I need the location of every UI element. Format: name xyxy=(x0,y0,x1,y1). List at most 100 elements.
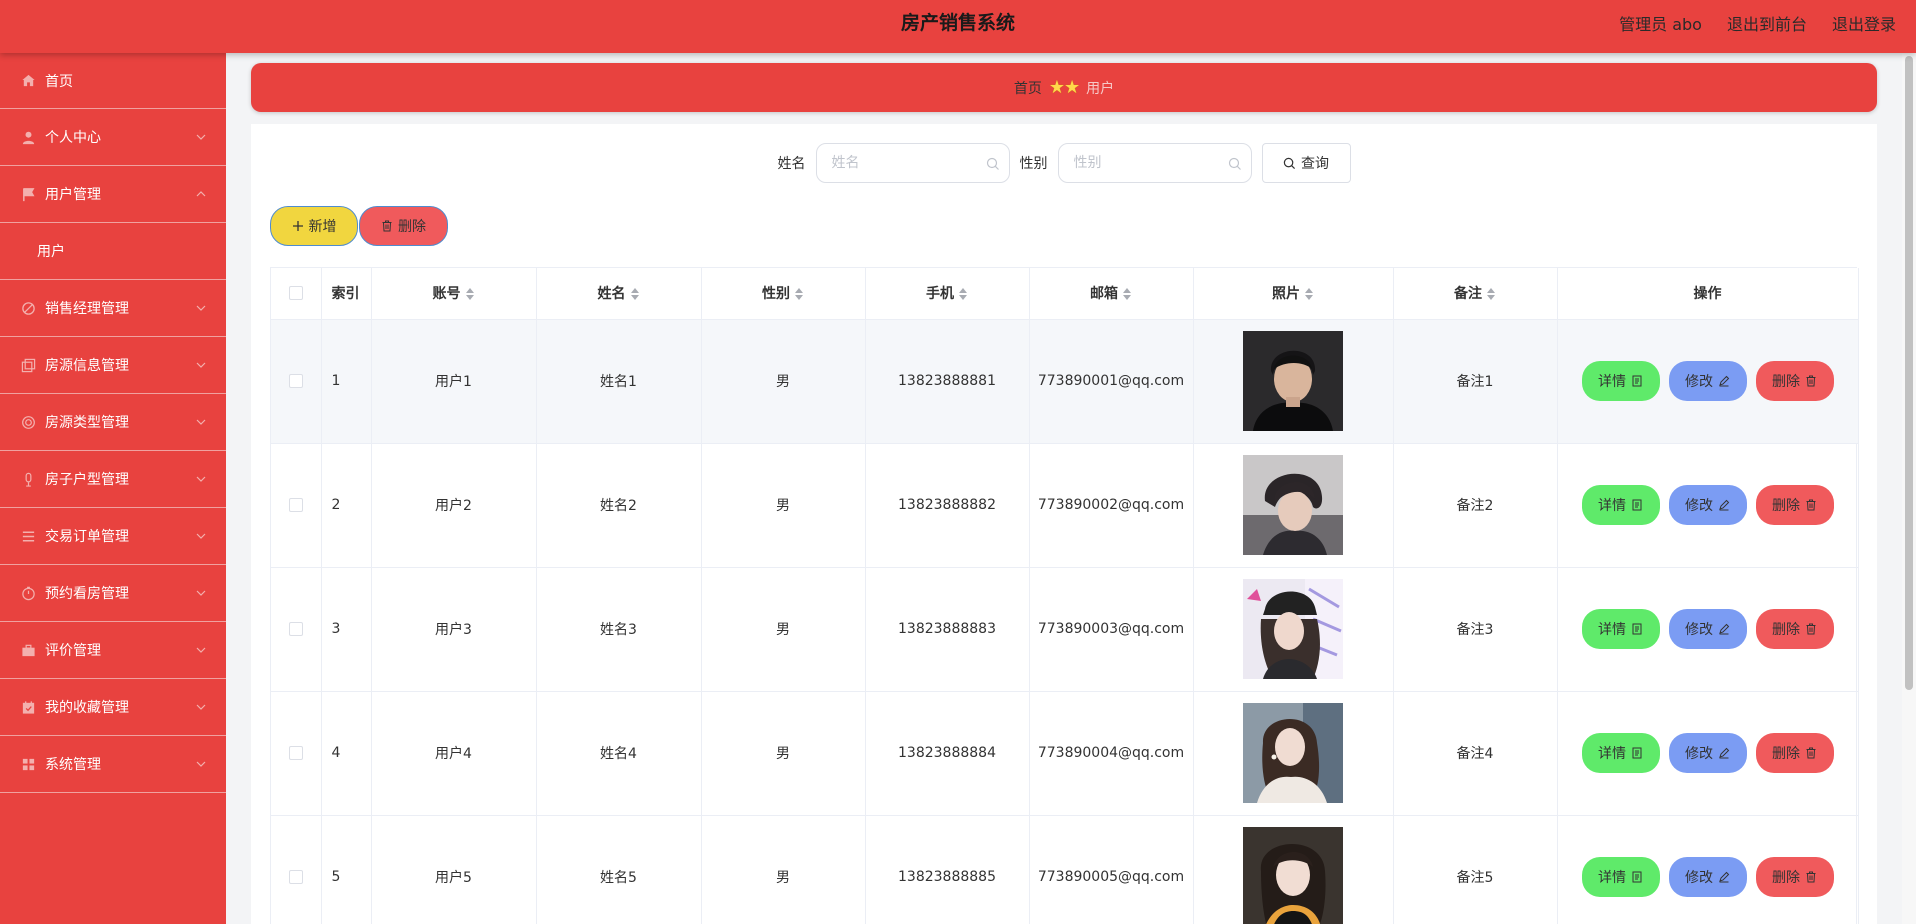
column-header-remark[interactable]: 备注 xyxy=(1393,268,1558,320)
detail-button[interactable]: 详情 xyxy=(1581,857,1660,897)
column-header-email[interactable]: 邮箱 xyxy=(1029,268,1194,320)
column-header-phone[interactable]: 手机 xyxy=(865,268,1030,320)
column-header-photo[interactable]: 照片 xyxy=(1193,268,1394,320)
gender-search-input[interactable] xyxy=(1058,144,1251,182)
user-photo[interactable] xyxy=(1243,331,1343,431)
delete-button[interactable]: 删除 xyxy=(1755,609,1834,649)
add-button[interactable]: 新增 xyxy=(270,206,358,246)
delete-button[interactable]: 删除 xyxy=(1755,857,1834,897)
help-icon xyxy=(20,414,36,430)
sort-caret-icon[interactable] xyxy=(1122,287,1132,301)
sidebar-item-my-favorites[interactable]: 我的收藏管理 xyxy=(0,679,226,736)
sidebar-subitem-user[interactable]: 用户 xyxy=(0,223,226,280)
user-photo[interactable] xyxy=(1243,703,1343,803)
exit-to-front-link[interactable]: 退出到前台 xyxy=(1727,11,1807,35)
breadcrumb-current: 用户 xyxy=(1086,80,1115,97)
page-scrollbar[interactable] xyxy=(1902,53,1916,924)
sidebar-item-trade-orders[interactable]: 交易订单管理 xyxy=(0,508,226,565)
sort-caret-icon[interactable] xyxy=(630,287,640,301)
delete-button[interactable]: 删除 xyxy=(1755,485,1834,525)
sidebar-item-reviews[interactable]: 评价管理 xyxy=(0,622,226,679)
edit-button[interactable]: 修改 xyxy=(1668,733,1747,773)
sidebar-item-label: 预约看房管理 xyxy=(45,586,129,602)
cell-index: 4 xyxy=(321,691,372,816)
column-header-account[interactable]: 账号 xyxy=(371,268,537,320)
cell-photo xyxy=(1193,815,1394,924)
row-checkbox[interactable] xyxy=(288,622,303,636)
column-header-name[interactable]: 姓名 xyxy=(536,268,702,320)
sidebar-item-system[interactable]: 系统管理 xyxy=(0,736,226,793)
user-photo[interactable] xyxy=(1243,455,1343,555)
delete-button[interactable]: 删除 xyxy=(1755,733,1834,773)
cell-name: 姓名1 xyxy=(536,319,702,444)
cell-photo xyxy=(1193,567,1394,692)
delete-button[interactable]: 删除 xyxy=(1755,361,1834,401)
edit-button[interactable]: 修改 xyxy=(1668,609,1747,649)
column-header-gender[interactable]: 性别 xyxy=(701,268,866,320)
select-all-checkbox[interactable] xyxy=(288,286,303,301)
grid-icon xyxy=(20,756,36,772)
main-panel: 姓名 性别 查询 新增 删除 xyxy=(251,124,1877,924)
sort-caret-icon[interactable] xyxy=(958,287,968,301)
sidebar-item-home[interactable]: 首页 xyxy=(0,53,226,109)
row-select-cell xyxy=(271,815,322,924)
query-button[interactable]: 查询 xyxy=(1261,143,1351,183)
sidebar-item-label: 房子户型管理 xyxy=(45,472,129,488)
logout-link[interactable]: 退出登录 xyxy=(1832,11,1896,35)
search-icon xyxy=(1228,157,1241,170)
column-header-label: 邮箱 xyxy=(1090,286,1118,303)
row-checkbox[interactable] xyxy=(288,374,303,388)
sidebar-item-label: 系统管理 xyxy=(45,757,101,773)
row-checkbox[interactable] xyxy=(288,498,303,512)
batch-delete-button[interactable]: 删除 xyxy=(359,206,448,246)
admin-user-label[interactable]: 管理员 abo xyxy=(1619,11,1702,35)
cell-remark: 备注2 xyxy=(1393,443,1558,568)
edit-button[interactable]: 修改 xyxy=(1668,857,1747,897)
cell-photo xyxy=(1193,691,1394,816)
sort-caret-icon[interactable] xyxy=(1486,287,1496,301)
sidebar-item-listing-info[interactable]: 房源信息管理 xyxy=(0,337,226,394)
sort-caret-icon[interactable] xyxy=(1304,287,1314,301)
sidebar-item-viewing-appointments[interactable]: 预约看房管理 xyxy=(0,565,226,622)
sidebar-item-house-layout[interactable]: 房子户型管理 xyxy=(0,451,226,508)
row-actions: 详情 修改 删除 xyxy=(1558,857,1858,897)
name-search-input[interactable] xyxy=(816,144,1009,182)
calendar-icon xyxy=(20,699,36,715)
scrollbar-thumb[interactable] xyxy=(1905,56,1913,690)
user-photo[interactable] xyxy=(1243,579,1343,679)
cell-name: 姓名2 xyxy=(536,443,702,568)
detail-button[interactable]: 详情 xyxy=(1581,485,1660,525)
header-right-links: 管理员 abo 退出到前台 退出登录 xyxy=(1619,0,1896,46)
sidebar-item-label: 用户管理 xyxy=(45,187,101,203)
sidebar-item-sales-manager[interactable]: 销售经理管理 xyxy=(0,280,226,337)
cell-name: 姓名4 xyxy=(536,691,702,816)
breadcrumb: 首页 ★★ 用户 xyxy=(251,63,1877,112)
cell-name: 姓名5 xyxy=(536,815,702,924)
chevron-down-icon xyxy=(196,305,206,311)
row-checkbox[interactable] xyxy=(288,870,303,884)
cell-email: 773890002@qq.com xyxy=(1029,443,1194,568)
cell-gender: 男 xyxy=(701,691,866,816)
edit-button[interactable]: 修改 xyxy=(1668,485,1747,525)
microphone-icon xyxy=(20,471,36,487)
edit-button[interactable]: 修改 xyxy=(1668,361,1747,401)
detail-button[interactable]: 详情 xyxy=(1581,733,1660,773)
table-row: 4 用户4 姓名4 男 13823888884 773890004@qq.com… xyxy=(271,691,1859,816)
sidebar-item-user-management[interactable]: 用户管理 xyxy=(0,166,226,223)
detail-button[interactable]: 详情 xyxy=(1581,361,1660,401)
sidebar-item-listing-type[interactable]: 房源类型管理 xyxy=(0,394,226,451)
sort-caret-icon[interactable] xyxy=(794,287,804,301)
cell-ops: 详情 修改 删除 xyxy=(1557,319,1859,444)
cell-ops: 详情 修改 删除 xyxy=(1557,815,1859,924)
detail-button[interactable]: 详情 xyxy=(1581,609,1660,649)
row-checkbox[interactable] xyxy=(288,746,303,760)
breadcrumb-home[interactable]: 首页 xyxy=(1014,78,1042,98)
cell-index: 2 xyxy=(321,443,372,568)
detail-button-label: 详情 xyxy=(1598,746,1626,762)
sort-caret-icon[interactable] xyxy=(465,287,475,301)
sidebar-item-label: 首页 xyxy=(45,73,73,90)
query-button-label: 查询 xyxy=(1301,156,1329,172)
chevron-up-icon xyxy=(196,191,206,197)
sidebar-item-personal-center[interactable]: 个人中心 xyxy=(0,109,226,166)
user-photo[interactable] xyxy=(1243,827,1343,924)
